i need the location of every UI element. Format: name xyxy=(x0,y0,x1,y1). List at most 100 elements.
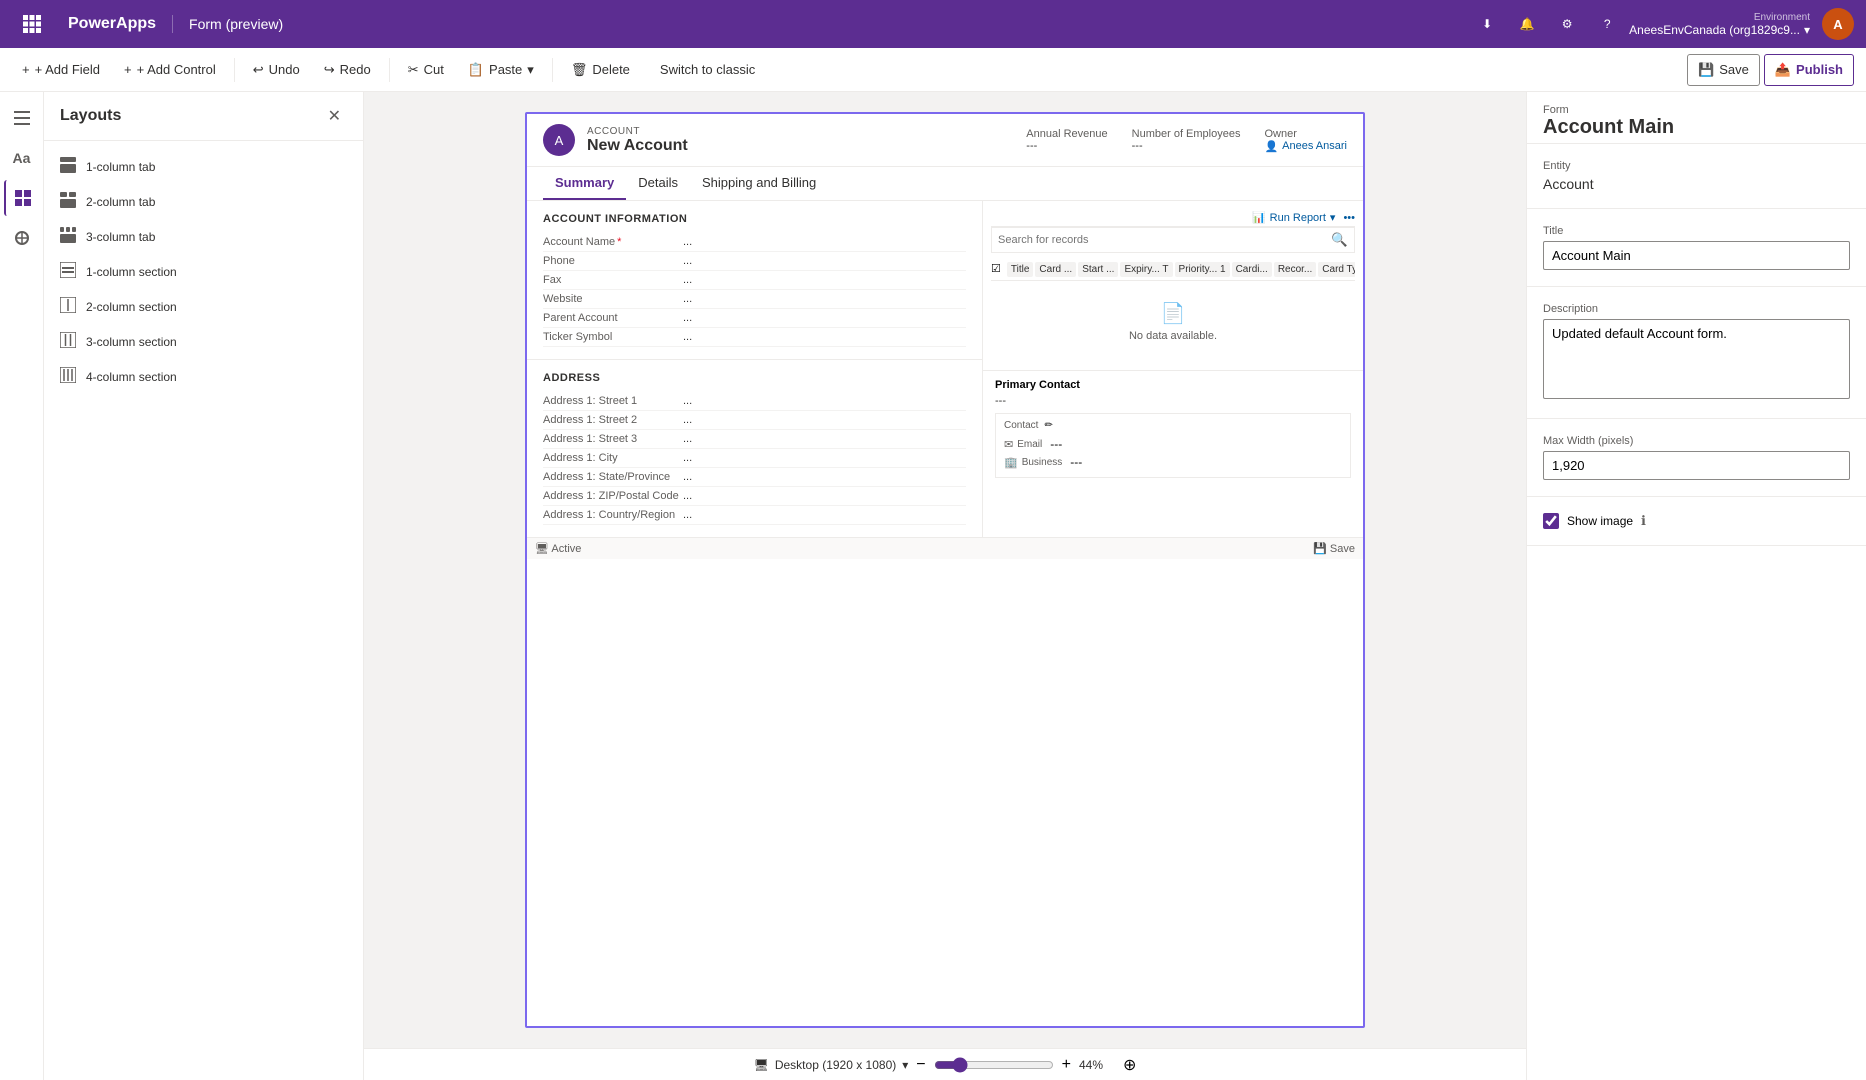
col-cardi[interactable]: Cardi... xyxy=(1232,262,1272,277)
run-report-label: Run Report xyxy=(1270,212,1326,224)
separator-3 xyxy=(552,58,553,82)
col-card-type[interactable]: Card Type xyxy=(1318,262,1355,277)
cut-button[interactable]: ✂ Cut xyxy=(398,54,454,86)
cut-icon: ✂ xyxy=(408,62,419,78)
field-website: Website ... xyxy=(543,290,966,309)
col-expiry[interactable]: Expiry... T xyxy=(1120,262,1172,277)
rp-max-width-section: Max Width (pixels) xyxy=(1527,419,1866,497)
field-parent-account: Parent Account ... xyxy=(543,309,966,328)
add-field-button[interactable]: + + Add Field xyxy=(12,54,110,86)
primary-contact-section: Primary Contact --- Contact ✏ ✉ Email xyxy=(983,370,1363,486)
layout-item-3col-section[interactable]: 3-column section xyxy=(44,324,363,359)
zoom-out-button[interactable]: − xyxy=(916,1056,925,1074)
rp-entity-label: Entity xyxy=(1543,160,1850,172)
sidebar-text-icon[interactable]: Aa xyxy=(4,140,40,176)
tab-details[interactable]: Details xyxy=(626,167,690,200)
paste-icon: 📋 xyxy=(468,62,484,78)
owner-field: Owner 👤 Anees Ansari xyxy=(1264,128,1347,153)
rp-title-label: Title xyxy=(1543,225,1850,237)
redo-label: Redo xyxy=(340,62,371,77)
publish-label: Publish xyxy=(1796,62,1843,77)
subgrid-search-button[interactable]: 🔍 xyxy=(1325,228,1354,252)
rp-title-input[interactable] xyxy=(1543,241,1850,270)
delete-icon: 🗑 xyxy=(571,62,588,78)
canvas-inner: A ACCOUNT New Account Annual Revenue ---… xyxy=(364,92,1526,1048)
contact-email-row: ✉ Email --- xyxy=(1004,435,1342,453)
layout-item-1col-section[interactable]: 1-column section xyxy=(44,254,363,289)
field-value: ... xyxy=(683,293,692,305)
sidebar-layouts-icon[interactable] xyxy=(4,180,40,216)
field-label: Address 1: Street 1 xyxy=(543,395,683,407)
layouts-panel-close-button[interactable]: ✕ xyxy=(322,104,347,128)
contact-label: Contact xyxy=(1004,420,1038,431)
col-start[interactable]: Start ... xyxy=(1078,262,1118,277)
zoom-controls: − + 44% ⊕ xyxy=(916,1055,1136,1075)
desktop-selector[interactable]: 🖥 Desktop (1920 x 1080) ▾ xyxy=(754,1058,909,1072)
layout-item-4col-section[interactable]: 4-column section xyxy=(44,359,363,394)
rp-description-label: Description xyxy=(1543,303,1850,315)
col-title[interactable]: Title xyxy=(1007,262,1034,277)
rp-show-image-checkbox[interactable] xyxy=(1543,513,1559,529)
environment-selector[interactable]: Environment AneesEnvCanada (org1829c9...… xyxy=(1629,12,1810,37)
form-left-column: ACCOUNT INFORMATION Account Name* ... Ph… xyxy=(527,201,983,537)
tab-shipping-billing[interactable]: Shipping and Billing xyxy=(690,167,828,200)
rp-entity-section: Entity Account xyxy=(1527,144,1866,209)
waffle-menu-icon[interactable] xyxy=(12,0,52,48)
footer-status-icon: 🖥 xyxy=(535,543,549,555)
field-label: Address 1: Country/Region xyxy=(543,509,683,521)
layout-item-2col-tab[interactable]: 2-column tab xyxy=(44,184,363,219)
settings-icon[interactable]: ⚙ xyxy=(1549,6,1585,42)
owner-link[interactable]: Anees Ansari xyxy=(1282,140,1347,152)
field-label: Address 1: ZIP/Postal Code xyxy=(543,490,683,502)
publish-button[interactable]: 📤 Publish xyxy=(1764,54,1854,86)
undo-button[interactable]: ↩ Undo xyxy=(243,54,310,86)
footer-save-btn[interactable]: 💾 Save xyxy=(1313,542,1355,555)
zoom-in-button[interactable]: + xyxy=(1062,1056,1071,1074)
fit-to-screen-button[interactable]: ⊕ xyxy=(1123,1055,1136,1075)
right-panel-header: Form Account Main xyxy=(1527,92,1866,144)
avatar[interactable]: A xyxy=(1822,8,1854,40)
paste-button[interactable]: 📋 Paste ▾ xyxy=(458,54,544,86)
sidebar-menu-icon[interactable] xyxy=(4,100,40,136)
add-control-icon: + xyxy=(124,62,132,77)
left-icon-sidebar: Aa xyxy=(0,92,44,1080)
col-priority[interactable]: Priority... 1 xyxy=(1175,262,1230,277)
grid-more-icon[interactable]: ••• xyxy=(1343,212,1355,224)
footer-save-text: Save xyxy=(1330,543,1355,555)
rp-show-image-info-icon[interactable]: ℹ xyxy=(1641,513,1646,529)
field-zip: Address 1: ZIP/Postal Code ... xyxy=(543,487,966,506)
field-value: ... xyxy=(683,331,692,343)
zoom-slider[interactable] xyxy=(934,1057,1054,1073)
layout-item-3col-tab[interactable]: 3-column tab xyxy=(44,219,363,254)
email-type-label: Email xyxy=(1017,439,1042,450)
contact-edit-icon[interactable]: ✏ xyxy=(1044,420,1052,431)
rp-description-input[interactable]: Updated default Account form. xyxy=(1543,319,1850,399)
download-icon[interactable]: ⬇ xyxy=(1469,6,1505,42)
layout-icon xyxy=(60,227,76,246)
sidebar-components-icon[interactable] xyxy=(4,220,40,256)
switch-classic-button[interactable]: Switch to classic xyxy=(652,58,763,81)
delete-button[interactable]: 🗑 Delete xyxy=(561,54,640,86)
layout-item-1col-tab[interactable]: 1-column tab xyxy=(44,149,363,184)
run-report-button[interactable]: 📊 Run Report ▾ ••• xyxy=(1252,211,1355,224)
redo-button[interactable]: ↪ Redo xyxy=(314,54,381,86)
subgrid-search-input[interactable] xyxy=(992,230,1325,250)
col-recor[interactable]: Recor... xyxy=(1274,262,1316,277)
rp-max-width-input[interactable] xyxy=(1543,451,1850,480)
field-value: ... xyxy=(683,414,692,426)
rp-show-image-label: Show image xyxy=(1567,514,1633,528)
field-value: ... xyxy=(683,274,692,286)
save-button[interactable]: 💾 Save xyxy=(1687,54,1760,86)
rp-show-image-row: Show image ℹ xyxy=(1543,513,1850,529)
layout-item-2col-section[interactable]: 2-column section xyxy=(44,289,363,324)
annual-revenue-field: Annual Revenue --- xyxy=(1026,128,1107,152)
notification-icon[interactable]: 🔔 xyxy=(1509,6,1545,42)
tab-summary[interactable]: Summary xyxy=(543,167,626,200)
top-navbar: PowerApps Form (preview) ⬇ 🔔 ⚙ ? Environ… xyxy=(0,0,1866,48)
col-card[interactable]: Card ... xyxy=(1035,262,1076,277)
help-icon[interactable]: ? xyxy=(1589,6,1625,42)
add-control-button[interactable]: + + Add Control xyxy=(114,54,226,86)
right-panel-type: Form xyxy=(1543,104,1850,116)
field-phone: Phone ... xyxy=(543,252,966,271)
annual-revenue-label: Annual Revenue xyxy=(1026,128,1107,140)
